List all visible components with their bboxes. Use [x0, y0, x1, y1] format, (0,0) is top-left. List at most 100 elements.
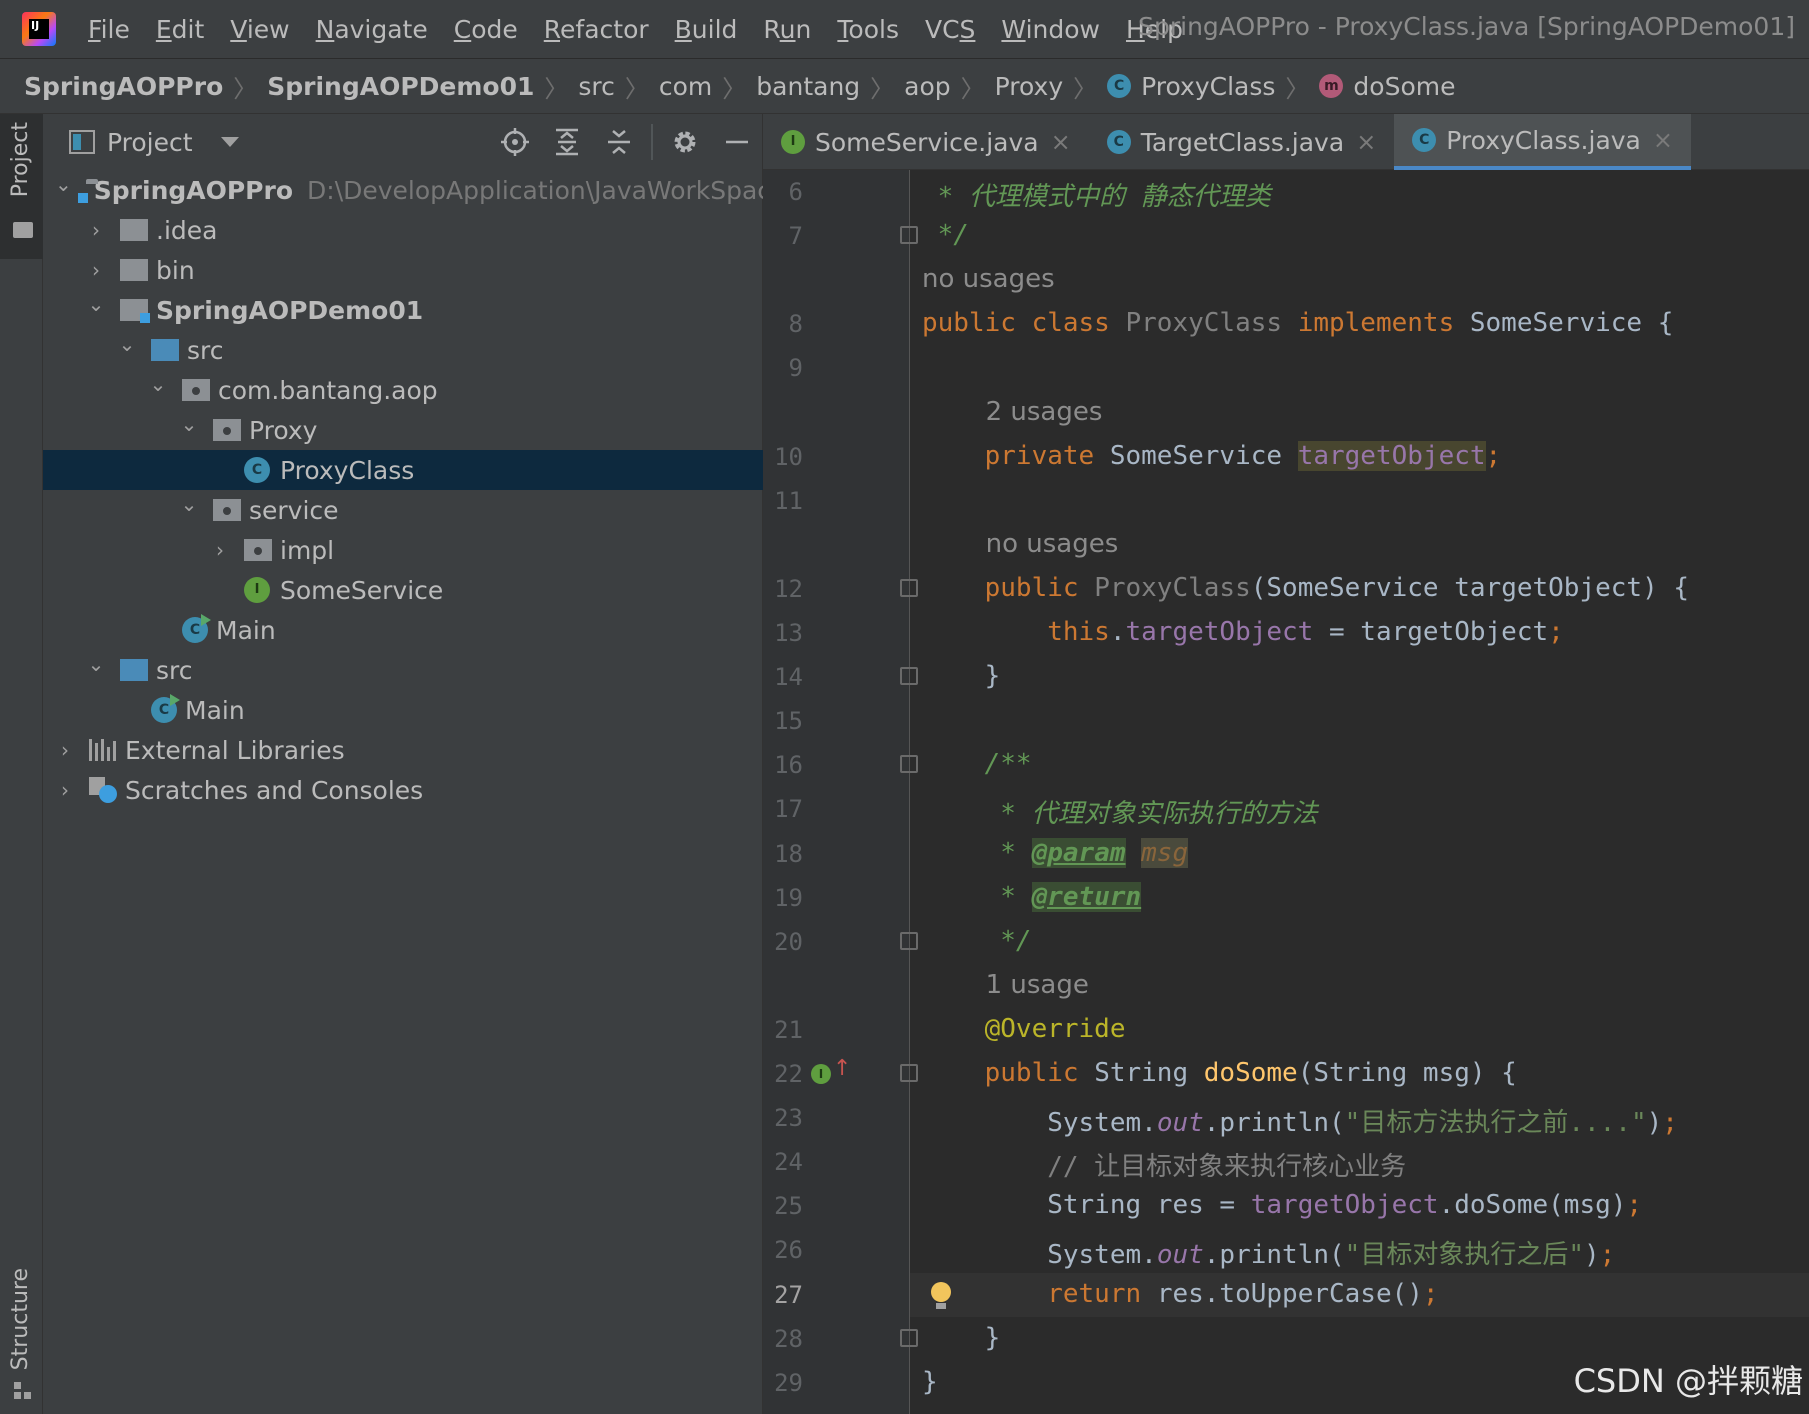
- tree-item-main[interactable]: ›CMain: [43, 690, 763, 730]
- line-number: 9: [788, 354, 803, 383]
- chevron-down-icon[interactable]: ⌄: [148, 372, 168, 396]
- code-area[interactable]: * 代理模式中的 静态代理类 */ no usages public class P…: [910, 170, 1809, 1414]
- breadcrumb-springaopdemo01[interactable]: SpringAOPDemo01: [267, 72, 534, 101]
- window-title: SpringAOPPro - ProxyClass.java [SpringAO…: [1138, 12, 1795, 41]
- tab-targetclass-java[interactable]: C TargetClass.java ×: [1089, 114, 1395, 170]
- tree-item-src[interactable]: ⌄ src: [43, 330, 763, 370]
- menu-window[interactable]: Window: [1001, 15, 1100, 44]
- breadcrumb-proxy[interactable]: Proxy: [995, 72, 1063, 101]
- package-icon: [244, 539, 272, 561]
- tree-item-com-bantang-aop[interactable]: ⌄ com.bantang.aop: [43, 370, 763, 410]
- code-token: targetObject: [1125, 617, 1314, 647]
- menu-edit[interactable]: Edit: [156, 15, 204, 44]
- chevron-right-icon[interactable]: ›: [86, 258, 106, 282]
- expand-all-icon[interactable]: [541, 114, 593, 170]
- chevron-down-icon[interactable]: ⌄: [86, 652, 106, 676]
- usages-hint[interactable]: 1 usage: [986, 970, 1089, 1000]
- chevron-down-icon[interactable]: ⌄: [179, 492, 199, 516]
- chevron-right-icon[interactable]: ›: [55, 778, 75, 802]
- chevron-right-icon[interactable]: ›: [55, 738, 75, 762]
- chevron-right-icon[interactable]: ›: [86, 218, 106, 242]
- code-line: */: [922, 926, 1031, 956]
- menu-run[interactable]: Run: [763, 15, 811, 44]
- close-icon[interactable]: ×: [1356, 128, 1376, 156]
- project-tool-button[interactable]: Project: [0, 114, 43, 259]
- breadcrumb-separator-icon: 〉: [233, 74, 258, 103]
- tree-item-springaoppro[interactable]: ⌄ SpringAOPPro D:\DevelopApplication\JavaW…: [43, 170, 763, 210]
- tree-item-src[interactable]: ⌄ src: [43, 650, 763, 690]
- usages-hint[interactable]: no usages: [922, 264, 1055, 294]
- line-number: 11: [774, 486, 803, 515]
- menu-navigate[interactable]: Navigate: [316, 15, 428, 44]
- code-line: * @param msg: [922, 837, 1189, 868]
- project-panel-title[interactable]: Project: [107, 128, 193, 157]
- breadcrumb-aop[interactable]: aop: [904, 72, 950, 101]
- breadcrumb-proxyclass[interactable]: C ProxyClass: [1107, 72, 1275, 101]
- chevron-down-icon[interactable]: ⌄: [55, 172, 72, 196]
- breadcrumb-bantang[interactable]: bantang: [756, 72, 860, 101]
- menu-view[interactable]: View: [230, 15, 289, 44]
- chevron-down-icon[interactable]: ⌄: [117, 332, 137, 356]
- tree-item-label: ProxyClass: [280, 455, 415, 485]
- line-number: 16: [774, 751, 803, 780]
- close-icon[interactable]: ×: [1653, 126, 1673, 154]
- tree-item-main[interactable]: ›CMain: [43, 610, 763, 650]
- breadcrumb-springaoppro[interactable]: SpringAOPPro: [24, 72, 223, 101]
- tab-label: TargetClass.java: [1140, 127, 1345, 157]
- code-token: res.toUpperCase(): [1156, 1278, 1423, 1309]
- menu-tools[interactable]: Tools: [837, 15, 899, 44]
- tree-item-scratches-and-consoles[interactable]: › Scratches and Consoles: [43, 770, 763, 810]
- tree-item--idea[interactable]: › .idea: [43, 210, 763, 250]
- menu-code[interactable]: Code: [454, 15, 518, 44]
- code-line: }: [922, 661, 1001, 691]
- chevron-down-icon[interactable]: [220, 137, 239, 147]
- locate-icon[interactable]: [489, 114, 541, 170]
- line-number: 6: [788, 178, 803, 206]
- tree-item-someservice[interactable]: ›ISomeService: [43, 570, 763, 610]
- breadcrumb-label: src: [578, 71, 615, 101]
- collapse-all-icon[interactable]: [593, 114, 645, 170]
- tree-item-bin[interactable]: › bin: [43, 250, 763, 290]
- tree-item-proxy[interactable]: ⌄ Proxy: [43, 410, 763, 450]
- code-token: @param: [1031, 837, 1126, 868]
- menu-build[interactable]: Build: [675, 15, 738, 44]
- close-icon[interactable]: ×: [1051, 128, 1071, 156]
- interface-icon: I: [781, 130, 805, 154]
- hide-panel-icon[interactable]: [711, 114, 763, 170]
- tab-proxyclass-java[interactable]: C ProxyClass.java ×: [1394, 114, 1691, 170]
- chevron-down-icon[interactable]: ⌄: [86, 292, 106, 316]
- code-line: @Override: [922, 1014, 1126, 1044]
- breadcrumb-separator-icon: 〉: [870, 74, 895, 103]
- menu-vcs[interactable]: VCS: [925, 15, 975, 44]
- source-folder-icon: [151, 339, 179, 361]
- editor-gutter[interactable]: 6 7 8 9 10 11 12 13 14 15 16 17 18 19 20 21 22 I ↑ 23 24 25 26…: [763, 170, 918, 1414]
- code-token: = targetObject: [1313, 617, 1549, 647]
- menu-refactor[interactable]: Refactor: [544, 15, 649, 44]
- tree-item-impl[interactable]: › impl: [43, 530, 763, 570]
- tab-label: ProxyClass.java: [1446, 125, 1641, 155]
- tree-item-springaopdemo01[interactable]: ⌄ SpringAOPDemo01: [43, 290, 763, 330]
- menu-file[interactable]: File: [88, 15, 130, 44]
- breadcrumb-dosome[interactable]: m doSome: [1319, 72, 1455, 101]
- structure-tool-button[interactable]: Structure: [0, 1264, 43, 1414]
- intellij-logo-icon[interactable]: IJ: [22, 12, 56, 46]
- code-token: implements: [1297, 308, 1470, 339]
- tree-item-proxyclass[interactable]: ›CProxyClass: [43, 450, 763, 490]
- code-line: System.out.println("目标对象执行之后");: [922, 1234, 1615, 1271]
- tab-someservice-java[interactable]: I SomeService.java ×: [763, 114, 1089, 170]
- gear-icon[interactable]: [659, 114, 711, 170]
- chevron-right-icon[interactable]: ›: [210, 538, 230, 562]
- usages-hint[interactable]: 2 usages: [986, 397, 1103, 427]
- code-line: // 让目标对象来执行核心业务: [922, 1146, 1406, 1183]
- breadcrumb-separator-icon: 〉: [1285, 74, 1310, 103]
- chevron-down-icon[interactable]: ⌄: [179, 412, 199, 436]
- code-line: * 代理模式中的 静态代理类: [922, 176, 1271, 213]
- line-number: 17: [774, 795, 803, 824]
- breadcrumb-com[interactable]: com: [659, 72, 712, 101]
- tree-item-external-libraries[interactable]: › External Libraries: [43, 730, 763, 770]
- usages-hint[interactable]: no usages: [986, 529, 1119, 559]
- tree-item-service[interactable]: ⌄ service: [43, 490, 763, 530]
- code-token: String res =: [922, 1190, 1251, 1221]
- implements-method-icon[interactable]: I: [811, 1064, 831, 1084]
- breadcrumb-src[interactable]: src: [578, 72, 615, 101]
